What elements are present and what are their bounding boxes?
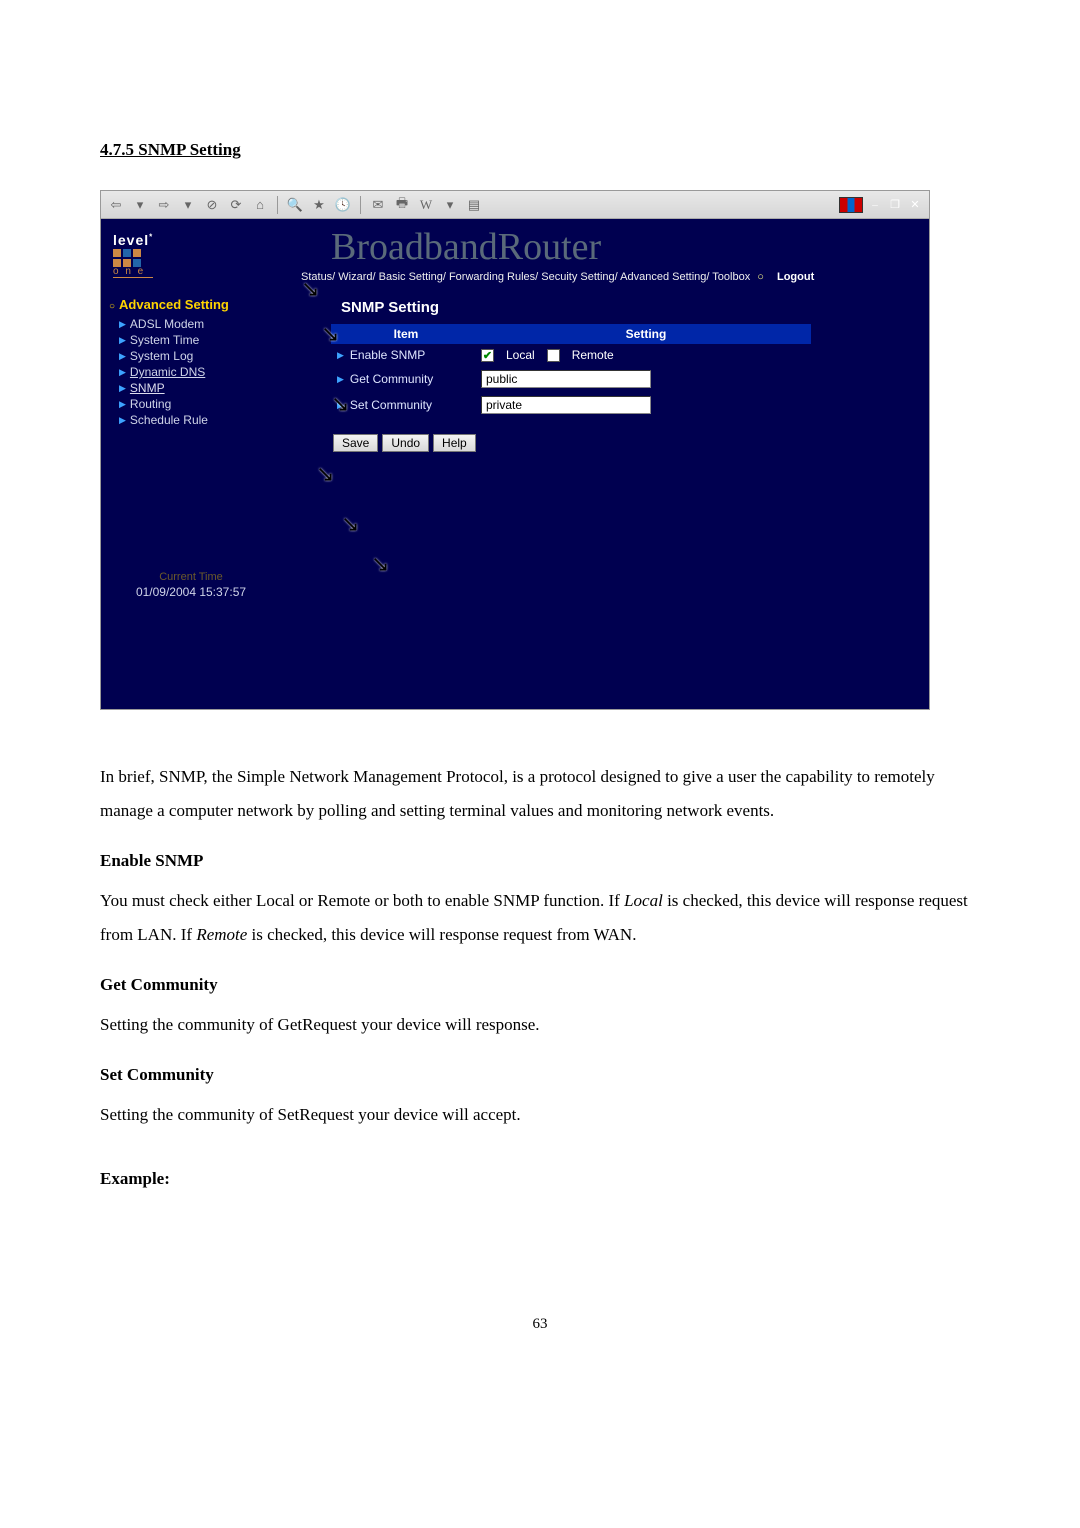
triangle-icon: ▶	[119, 367, 126, 378]
discuss-icon[interactable]: ▤	[465, 196, 483, 214]
current-time-value: 01/09/2004 15:37:57	[101, 585, 281, 599]
button-row: Save Undo Help	[333, 434, 919, 452]
router-header: level* o n e BroadbandRouter Status/ Wiz…	[101, 219, 929, 291]
paragraph-set-community: Setting the community of SetRequest your…	[100, 1098, 980, 1132]
triangle-icon: ▶	[337, 350, 344, 361]
router-screenshot: ⇦ ▾ ⇨ ▾ ⊘ ⟳ ⌂ 🔍 ★ 🕓 ✉ 🖶 W ▾ ▤ – ❐ ✕ leve…	[100, 190, 930, 710]
label-set-community: Set Community	[350, 398, 432, 412]
table-header: Item Setting	[331, 324, 811, 344]
history-icon[interactable]: 🕓	[334, 196, 352, 214]
row-enable-snmp: ▶ Enable SNMP ✔ Local ✔ Remote	[331, 344, 811, 366]
paragraph-enable-snmp: You must check either Local or Remote or…	[100, 884, 980, 952]
current-time-block: Current Time 01/09/2004 15:37:57	[101, 571, 281, 599]
sidebar-item-dynamic-dns[interactable]: ▶Dynamic DNS	[119, 364, 273, 380]
help-button[interactable]: Help	[433, 434, 476, 452]
main-area: SNMP Setting Item Setting ▶ Enable SNMP ✔…	[281, 291, 929, 709]
forward-dropdown-icon[interactable]: ▾	[179, 196, 197, 214]
triangle-icon: ▶	[119, 319, 126, 330]
bullet-icon: ○	[757, 271, 764, 283]
header-setting: Setting	[481, 324, 811, 344]
row-set-community: ▶ Set Community	[331, 392, 811, 418]
sidebar-item-system-time[interactable]: ▶System Time	[119, 332, 273, 348]
triangle-icon: ▶	[119, 383, 126, 394]
mail-icon[interactable]: ✉	[369, 196, 387, 214]
local-label: Local	[506, 348, 535, 362]
triangle-icon: ▶	[119, 351, 126, 362]
minimize-icon[interactable]: –	[867, 198, 883, 212]
back-icon[interactable]: ⇦	[107, 196, 125, 214]
label-enable-snmp: Enable SNMP	[350, 348, 425, 362]
triangle-icon: ▶	[337, 400, 344, 411]
header-item: Item	[331, 324, 481, 344]
ie-toolbar: ⇦ ▾ ⇨ ▾ ⊘ ⟳ ⌂ 🔍 ★ 🕓 ✉ 🖶 W ▾ ▤ – ❐ ✕	[101, 191, 929, 219]
forward-icon[interactable]: ⇨	[155, 196, 173, 214]
snmp-setting-title: SNMP Setting	[281, 291, 919, 324]
section-heading: 4.7.5 SNMP Setting	[100, 140, 980, 160]
sidebar-title: ○Advanced Setting	[109, 297, 273, 312]
heading-set-community: Set Community	[100, 1058, 980, 1092]
cursor-trail-icon: ↘	[316, 461, 334, 487]
label-get-community: Get Community	[350, 372, 433, 386]
remote-checkbox[interactable]: ✔	[547, 349, 560, 362]
get-community-input[interactable]	[481, 370, 651, 388]
heading-example: Example:	[100, 1162, 980, 1196]
restore-icon[interactable]: ❐	[887, 198, 903, 212]
router-title: BroadbandRouter	[331, 225, 601, 269]
triangle-icon: ▶	[337, 374, 344, 385]
heading-get-community: Get Community	[100, 968, 980, 1002]
search-icon[interactable]: 🔍	[286, 196, 304, 214]
sidebar-item-routing[interactable]: ▶Routing	[119, 396, 273, 412]
sidebar-item-snmp[interactable]: ▶SNMP	[119, 380, 273, 396]
current-time-label: Current Time	[101, 571, 281, 583]
print-icon[interactable]: 🖶	[393, 196, 411, 214]
document-body: In brief, SNMP, the Simple Network Manag…	[100, 760, 980, 1196]
bullet-icon: ○	[109, 301, 115, 312]
favorites-icon[interactable]: ★	[310, 196, 328, 214]
sidebar-item-adsl-modem[interactable]: ▶ADSL Modem	[119, 316, 273, 332]
remote-label: Remote	[572, 348, 614, 362]
triangle-icon: ▶	[119, 399, 126, 410]
row-get-community: ▶ Get Community	[331, 366, 811, 392]
logout-link[interactable]: Logout	[777, 271, 814, 283]
sidebar-item-system-log[interactable]: ▶System Log	[119, 348, 273, 364]
edit-dropdown-icon[interactable]: ▾	[441, 196, 459, 214]
intro-paragraph: In brief, SNMP, the Simple Network Manag…	[100, 760, 980, 828]
home-icon[interactable]: ⌂	[251, 196, 269, 214]
paragraph-get-community: Setting the community of GetRequest your…	[100, 1008, 980, 1042]
set-community-input[interactable]	[481, 396, 651, 414]
brand-logo: level* o n e	[113, 233, 153, 278]
edit-icon[interactable]: W	[417, 196, 435, 214]
undo-button[interactable]: Undo	[382, 434, 429, 452]
close-icon[interactable]: ✕	[907, 198, 923, 212]
settings-table: Item Setting ▶ Enable SNMP ✔ Local ✔ Remote…	[331, 324, 811, 418]
page-number: 63	[100, 1316, 980, 1333]
toolbar-separator	[360, 196, 361, 214]
router-nav[interactable]: Status/ Wizard/ Basic Setting/ Forwardin…	[301, 271, 814, 283]
sidebar-item-schedule-rule[interactable]: ▶Schedule Rule	[119, 412, 273, 428]
cursor-trail-icon: ↘	[371, 551, 389, 577]
heading-enable-snmp: Enable SNMP	[100, 844, 980, 878]
stop-icon[interactable]: ⊘	[203, 196, 221, 214]
sidebar: ○Advanced Setting ▶ADSL Modem ▶System Ti…	[101, 291, 281, 709]
triangle-icon: ▶	[119, 335, 126, 346]
save-button[interactable]: Save	[333, 434, 378, 452]
triangle-icon: ▶	[119, 415, 126, 426]
back-dropdown-icon[interactable]: ▾	[131, 196, 149, 214]
local-checkbox[interactable]: ✔	[481, 349, 494, 362]
toolbar-separator	[277, 196, 278, 214]
cursor-trail-icon: ↘	[341, 511, 359, 537]
refresh-icon[interactable]: ⟳	[227, 196, 245, 214]
flag-icon	[839, 197, 863, 213]
